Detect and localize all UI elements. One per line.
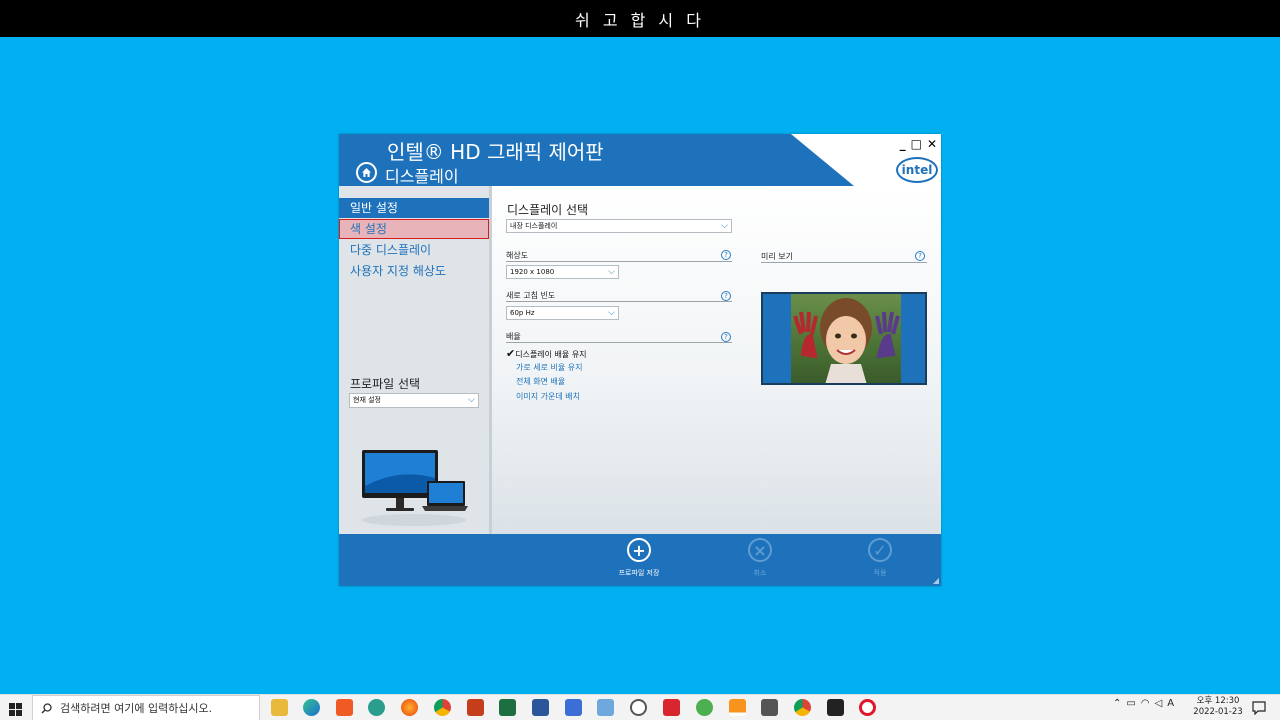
search-icon xyxy=(41,702,52,714)
section-title: 디스플레이 xyxy=(385,167,459,186)
sidebar: 일반 설정 색 설정 다중 디스플레이 사용자 지정 해상도 프로파일 선택 현… xyxy=(339,186,489,534)
refresh-rate-select[interactable]: 60p Hz ⌵ xyxy=(506,306,619,320)
close-button[interactable]: ✕ xyxy=(927,137,937,151)
windows-start-icon[interactable] xyxy=(9,701,22,720)
download-icon[interactable] xyxy=(696,699,713,716)
preview-help-icon[interactable]: ? xyxy=(915,251,925,261)
app-window-icon[interactable] xyxy=(597,699,614,716)
sticky-notes-icon[interactable] xyxy=(827,699,844,716)
chevron-down-icon: ⌵ xyxy=(608,267,615,277)
scaling-option-maintain-display[interactable]: ✔디스플레이 배율 유지 xyxy=(506,347,587,360)
scaling-option-center-image[interactable]: 이미지 가운데 배치 xyxy=(516,391,580,402)
vlc-icon[interactable] xyxy=(729,699,746,716)
app-title: 인텔® HD 그래픽 제어판 xyxy=(387,140,604,164)
scaling-help-icon[interactable]: ? xyxy=(721,332,731,342)
resolution-help-icon[interactable]: ? xyxy=(721,250,731,260)
window-controls: _ □ ✕ xyxy=(900,137,937,151)
search-placeholder: 검색하려면 여기에 입력하십시오. xyxy=(60,702,213,715)
ime-indicator[interactable]: A xyxy=(1167,698,1174,709)
profile-select-label: 프로파일 선택 xyxy=(350,377,421,391)
sidebar-item-color-settings[interactable]: 색 설정 xyxy=(339,219,489,239)
resolution-select-value: 1920 x 1080 xyxy=(510,268,555,276)
scaling-option-full-screen[interactable]: 전체 화면 배율 xyxy=(516,376,565,387)
home-icon[interactable] xyxy=(356,162,377,183)
taskbar-clock[interactable]: 오후 12:30 2022-01-23 xyxy=(1190,696,1246,718)
chrome-icon[interactable] xyxy=(794,699,811,716)
sidebar-item-general-settings[interactable]: 일반 설정 xyxy=(339,198,489,218)
save-profile-button[interactable]: + 프로파일 저장 xyxy=(599,538,679,578)
intel-logo: intel xyxy=(896,157,938,183)
app-icon[interactable] xyxy=(368,699,385,716)
opera-icon[interactable] xyxy=(859,699,876,716)
resize-grip-icon[interactable]: ◢ xyxy=(933,576,939,585)
wifi-icon[interactable]: ◠ xyxy=(1141,698,1150,709)
monitors-illustration xyxy=(359,448,469,532)
firefox-icon[interactable] xyxy=(401,699,418,716)
minimize-button[interactable]: _ xyxy=(900,137,906,151)
resolution-label: 해상도 xyxy=(506,251,529,260)
intel-control-panel-window: 인텔® HD 그래픽 제어판 디스플레이 _ □ ✕ intel 일반 설정 색… xyxy=(339,134,941,586)
system-tray: ⌃ ▭ ◠ ◁ A xyxy=(1113,698,1174,709)
hwp-icon[interactable] xyxy=(565,699,582,716)
refresh-rate-select-value: 60p Hz xyxy=(510,309,535,317)
window-header: 인텔® HD 그래픽 제어판 디스플레이 _ □ ✕ intel xyxy=(339,134,941,186)
search-app-icon[interactable] xyxy=(630,699,647,716)
taskbar-search-box[interactable]: 검색하려면 여기에 입력하십시오. xyxy=(32,695,260,720)
slide-title-bar: 쉬 고 합 시 다 xyxy=(0,0,1280,37)
file-explorer-icon[interactable] xyxy=(271,699,288,716)
preview-label: 미리 보기 xyxy=(761,252,793,261)
word-icon[interactable] xyxy=(532,699,549,716)
sidebar-item-multiple-displays[interactable]: 다중 디스플레이 xyxy=(339,240,489,260)
display-select-label: 디스플레이 선택 xyxy=(507,203,589,217)
clock-time: 오후 12:30 xyxy=(1196,696,1240,706)
taskbar: 검색하려면 여기에 입력하십시오. ⌃ ▭ ◠ ◁ A 오후 12:30 202… xyxy=(0,694,1280,720)
chevron-down-icon: ⌵ xyxy=(608,308,615,318)
display-select-value: 내장 디스플레이 xyxy=(510,222,558,230)
profile-select-value: 현재 설정 xyxy=(353,396,381,404)
excel-icon[interactable] xyxy=(499,699,516,716)
notification-icon[interactable] xyxy=(1252,700,1266,719)
checkmark-icon: ✔ xyxy=(506,347,516,360)
refresh-rate-help-icon[interactable]: ? xyxy=(721,291,731,301)
cancel-button[interactable]: × 취소 xyxy=(720,538,800,578)
se-app-icon[interactable] xyxy=(663,699,680,716)
close-circle-icon: × xyxy=(748,538,772,562)
volume-icon[interactable]: ◁ xyxy=(1155,698,1163,709)
scaling-option-maintain-aspect[interactable]: 가로 세로 비율 유지 xyxy=(516,362,583,373)
edge-icon[interactable] xyxy=(303,699,320,716)
main-panel: 디스플레이 선택 내장 디스플레이 ⌵ 해상도 ? 1920 x 1080 ⌵ … xyxy=(489,186,941,534)
brave-icon[interactable] xyxy=(336,699,353,716)
chevron-up-icon[interactable]: ⌃ xyxy=(1113,698,1121,709)
slide-title: 쉬 고 합 시 다 xyxy=(575,10,705,30)
chrome-icon[interactable] xyxy=(434,699,451,716)
chevron-down-icon: ⌵ xyxy=(468,395,475,405)
plus-icon: + xyxy=(627,538,651,562)
battery-icon[interactable]: ▭ xyxy=(1126,698,1135,709)
powerpoint-icon[interactable] xyxy=(467,699,484,716)
clock-date: 2022-01-23 xyxy=(1193,707,1243,717)
preview-image xyxy=(761,292,927,385)
checkmark-circle-icon: ✓ xyxy=(868,538,892,562)
display-select[interactable]: 내장 디스플레이 ⌵ xyxy=(506,219,732,233)
scaling-label: 배율 xyxy=(506,332,521,341)
window-footer: + 프로파일 저장 × 취소 ✓ 적용 ◢ xyxy=(339,534,941,586)
profile-select[interactable]: 현재 설정 ⌵ xyxy=(349,393,479,408)
resolution-select[interactable]: 1920 x 1080 ⌵ xyxy=(506,265,619,279)
chevron-down-icon: ⌵ xyxy=(721,221,728,231)
sidebar-item-custom-resolution[interactable]: 사용자 지정 해상도 xyxy=(339,261,489,281)
apply-button[interactable]: ✓ 적용 xyxy=(840,538,920,578)
maximize-button[interactable]: □ xyxy=(911,137,922,151)
calculator-icon[interactable] xyxy=(761,699,778,716)
refresh-rate-label: 새로 고침 빈도 xyxy=(506,291,556,300)
